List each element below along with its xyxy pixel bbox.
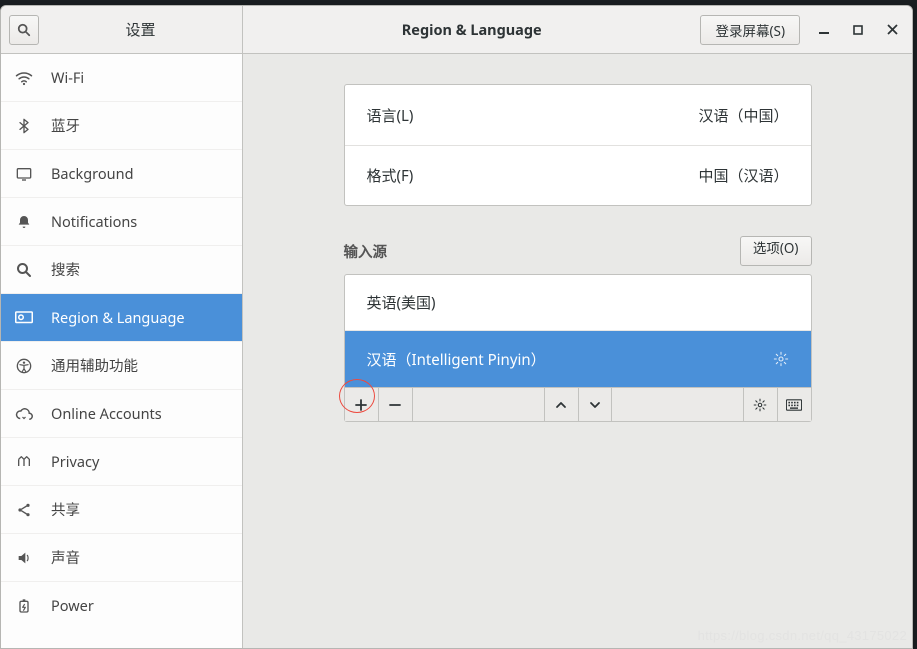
- bluetooth-icon: [15, 117, 33, 135]
- input-source-row[interactable]: 汉语（Intelligent Pinyin）: [345, 331, 811, 387]
- input-source-label: 汉语（Intelligent Pinyin）: [367, 349, 546, 370]
- language-row-value: 汉语（中国）: [698, 105, 788, 126]
- move-source-group: [544, 388, 612, 421]
- power-icon: [15, 597, 33, 615]
- sidebar-item-universal[interactable]: 通用辅助功能: [1, 342, 242, 390]
- minimize-button[interactable]: [814, 20, 834, 40]
- sidebar-item-label: Privacy: [51, 452, 99, 472]
- bell-icon: [15, 213, 33, 231]
- input-source-row[interactable]: 英语(美国): [345, 275, 811, 331]
- search-icon: [15, 261, 33, 279]
- source-preferences-button[interactable]: [743, 388, 777, 421]
- input-sources-list: 英语(美国) 汉语（Intelligent Pinyin）: [344, 274, 812, 388]
- gear-icon[interactable]: [773, 351, 789, 367]
- formats-row-value: 中国（汉语）: [698, 165, 788, 186]
- chevron-down-icon: [589, 399, 601, 411]
- show-keyboard-layout-button[interactable]: [777, 388, 811, 421]
- sidebar-item-bluetooth[interactable]: 蓝牙: [1, 102, 242, 150]
- sidebar-item-privacy[interactable]: Privacy: [1, 438, 242, 486]
- sidebar-item-wifi[interactable]: Wi-Fi: [1, 54, 242, 102]
- titlebar-right: 登录屏幕(S): [700, 15, 912, 45]
- sidebar-item-label: Power: [51, 596, 94, 616]
- settings-window: 设置 Region & Language 登录屏幕(S) Wi-Fi: [0, 5, 913, 649]
- sidebar-item-label: 搜索: [51, 259, 80, 280]
- add-source-button[interactable]: [345, 388, 379, 421]
- gear-icon: [753, 398, 767, 412]
- sound-icon: [15, 549, 33, 567]
- search-icon: [17, 23, 31, 37]
- language-row-label: 语言(L): [367, 105, 699, 126]
- sidebar-item-online[interactable]: Online Accounts: [1, 390, 242, 438]
- maximize-icon: [853, 25, 863, 35]
- titlebar-left: 设置: [1, 6, 243, 53]
- panel-title: Region & Language: [243, 20, 700, 40]
- sidebar-item-label: 声音: [51, 547, 80, 568]
- sidebar-item-background[interactable]: Background: [1, 150, 242, 198]
- plus-icon: [355, 399, 367, 411]
- close-button[interactable]: [882, 20, 902, 40]
- sidebar-item-label: Wi-Fi: [51, 68, 84, 88]
- input-sources-options-label: 选项(O): [753, 239, 799, 257]
- login-screen-button[interactable]: 登录屏幕(S): [700, 15, 800, 45]
- input-sources-options-button[interactable]: 选项(O): [740, 236, 812, 266]
- sidebar-item-region[interactable]: Region & Language: [1, 294, 242, 342]
- share-icon: [15, 501, 33, 519]
- formats-row[interactable]: 格式(F) 中国（汉语）: [345, 145, 811, 205]
- chevron-up-icon: [555, 399, 567, 411]
- minimize-icon: [819, 25, 829, 35]
- background-icon: [15, 165, 33, 183]
- sidebar-item-sound[interactable]: 声音: [1, 534, 242, 582]
- sidebar-item-sharing[interactable]: 共享: [1, 486, 242, 534]
- sidebar: Wi-Fi 蓝牙 Background Notifications 搜索 Reg…: [1, 54, 243, 648]
- sidebar-item-label: 共享: [51, 499, 80, 520]
- input-sources-header: 输入源 选项(O): [344, 236, 812, 266]
- remove-source-button[interactable]: [379, 388, 413, 421]
- settings-title: 设置: [39, 19, 242, 40]
- move-down-button[interactable]: [578, 388, 612, 421]
- sidebar-item-label: 通用辅助功能: [51, 355, 138, 376]
- move-up-button[interactable]: [544, 388, 578, 421]
- sidebar-item-label: Region & Language: [51, 308, 185, 328]
- titlebar: 设置 Region & Language 登录屏幕(S): [1, 6, 912, 54]
- privacy-icon: [15, 453, 33, 471]
- window-body: Wi-Fi 蓝牙 Background Notifications 搜索 Reg…: [1, 54, 912, 648]
- maximize-button[interactable]: [848, 20, 868, 40]
- keyboard-icon: [786, 399, 802, 411]
- sidebar-item-search[interactable]: 搜索: [1, 246, 242, 294]
- sidebar-item-label: Notifications: [51, 212, 137, 232]
- sidebar-item-label: Background: [51, 164, 134, 184]
- language-row[interactable]: 语言(L) 汉语（中国）: [345, 85, 811, 145]
- input-sources-toolbar: [344, 388, 812, 422]
- accessibility-icon: [15, 357, 33, 375]
- minus-icon: [389, 399, 401, 411]
- input-sources-title: 输入源: [344, 241, 740, 262]
- language-formats-card: 语言(L) 汉语（中国） 格式(F) 中国（汉语）: [344, 84, 812, 206]
- wifi-icon: [15, 69, 33, 87]
- search-button[interactable]: [9, 15, 39, 45]
- cloud-icon: [15, 405, 33, 423]
- sidebar-item-power[interactable]: Power: [1, 582, 242, 630]
- input-source-label: 英语(美国): [367, 292, 436, 313]
- formats-row-label: 格式(F): [367, 165, 699, 186]
- region-icon: [15, 309, 33, 327]
- content-area: 语言(L) 汉语（中国） 格式(F) 中国（汉语） 输入源 选项(O) 英语(美…: [243, 54, 912, 648]
- sidebar-item-label: 蓝牙: [51, 115, 80, 136]
- login-screen-button-label: 登录屏幕(S): [715, 20, 785, 40]
- sidebar-item-notifications[interactable]: Notifications: [1, 198, 242, 246]
- close-icon: [887, 24, 898, 35]
- sidebar-item-label: Online Accounts: [51, 404, 162, 424]
